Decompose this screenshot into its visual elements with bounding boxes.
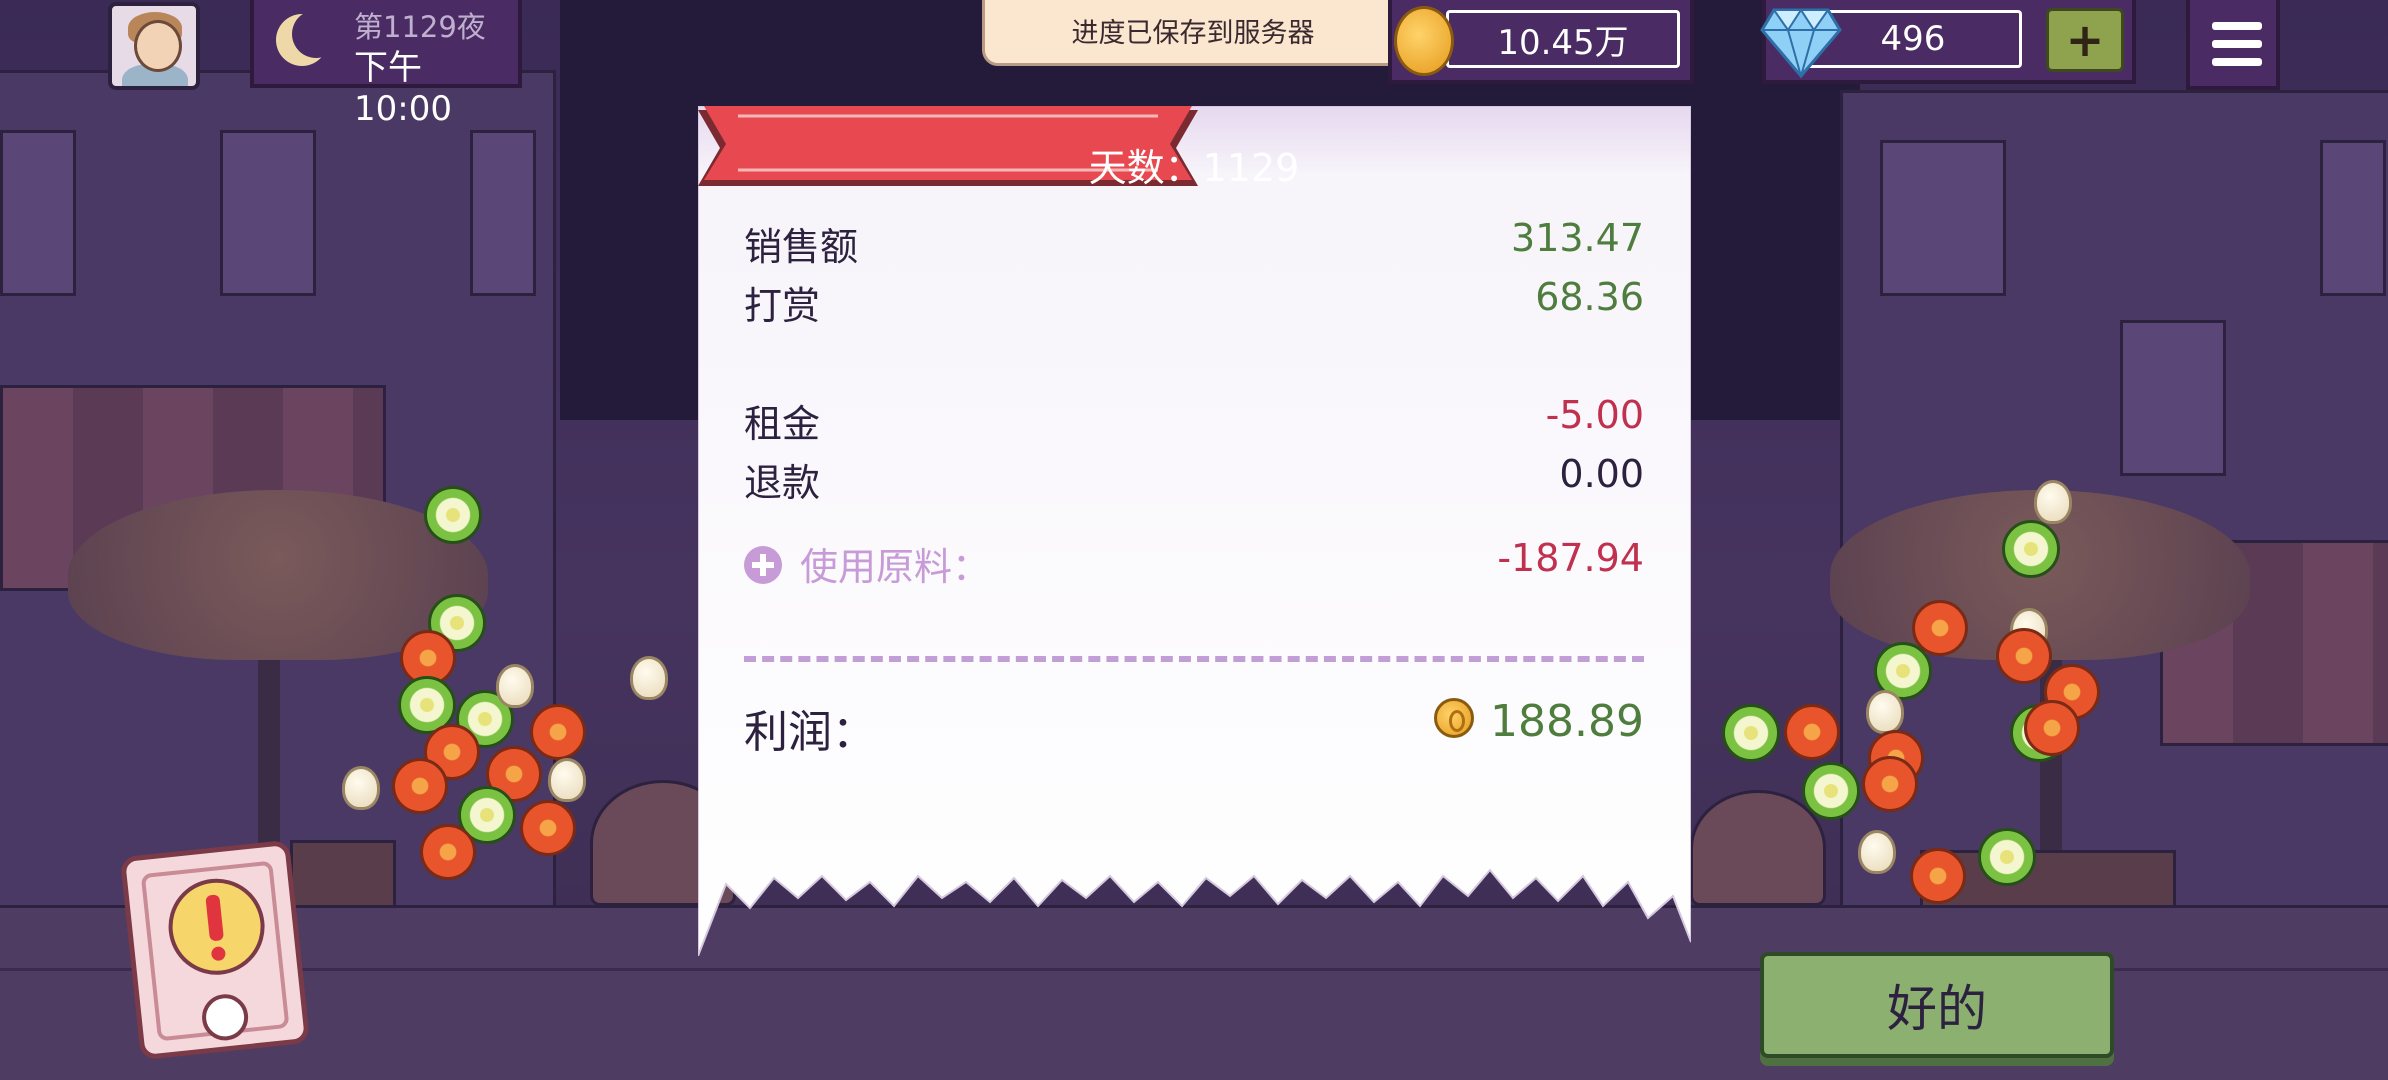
building-window <box>470 130 536 296</box>
garlic-clove-icon <box>1858 830 1896 874</box>
menu-button[interactable] <box>2186 0 2280 90</box>
ingredients-label[interactable]: 使用原料： <box>800 536 990 591</box>
pepper-slice-icon <box>1802 762 1860 820</box>
tips-value: 68.36 <box>1535 275 1644 319</box>
tomato-slice-icon <box>2024 700 2080 756</box>
ingredients-row[interactable]: 使用原料： -187.94 <box>744 536 1644 592</box>
building-window <box>220 130 316 296</box>
notification-card[interactable] <box>119 839 311 1061</box>
gem-balance-panel: 496 + <box>1760 0 2136 84</box>
refund-value: 0.00 <box>1559 452 1644 496</box>
hamburger-menu-icon <box>2212 22 2262 30</box>
profit-row: 利润： 188.89 <box>744 696 1644 760</box>
tips-label: 打赏 <box>744 284 821 328</box>
pepper-slice-icon <box>1978 828 2036 886</box>
tomato-slice-icon <box>392 758 448 814</box>
buy-gems-button[interactable]: + <box>2046 8 2124 72</box>
building-window <box>2120 320 2226 476</box>
coin-icon <box>1394 6 1454 76</box>
player-avatar[interactable] <box>108 2 200 90</box>
garlic-clove-icon <box>496 664 534 708</box>
coin-icon <box>1434 698 1474 738</box>
pepper-slice-icon <box>424 486 482 544</box>
rent-row: 租金 -5.00 <box>744 393 1644 449</box>
rent-label: 租金 <box>744 402 821 446</box>
coin-balance-panel: 10.45万 <box>1388 0 1694 84</box>
receipt-divider <box>744 656 1644 662</box>
tomato-slice-icon <box>420 824 476 880</box>
sales-label: 销售额 <box>744 225 859 269</box>
tomato-slice-icon <box>1910 848 1966 904</box>
diamond-icon <box>1760 8 1842 78</box>
garlic-clove-icon <box>630 656 668 700</box>
tomato-slice-icon <box>1784 704 1840 760</box>
building-window <box>0 130 76 296</box>
sales-value: 313.47 <box>1511 216 1644 260</box>
garlic-clove-icon <box>342 766 380 810</box>
coin-balance: 10.45万 <box>1446 10 1680 68</box>
tomato-slice-icon <box>520 800 576 856</box>
pepper-slice-icon <box>2002 520 2060 578</box>
cafe-table <box>1690 790 1826 906</box>
rent-value: -5.00 <box>1545 393 1644 437</box>
tomato-slice-icon <box>1996 628 2052 684</box>
pepper-slice-icon <box>1722 704 1780 762</box>
hamburger-menu-icon <box>2212 40 2262 48</box>
garlic-clove-icon <box>1866 690 1904 734</box>
garlic-clove-icon <box>548 758 586 802</box>
building-window <box>2320 140 2386 296</box>
sales-row: 销售额 313.47 <box>744 216 1644 272</box>
tomato-slice-icon <box>530 704 586 760</box>
refund-row: 退款 0.00 <box>744 452 1644 508</box>
moon-icon <box>276 10 340 66</box>
profit-value: 188.89 <box>1490 696 1644 747</box>
building-window <box>1880 140 2006 296</box>
hamburger-menu-icon <box>2212 58 2262 66</box>
plus-circle-icon[interactable] <box>744 546 782 584</box>
clock-time: 下午10:00 <box>354 48 452 129</box>
avatar-face <box>134 20 182 72</box>
refund-label: 退款 <box>744 461 821 505</box>
ingredients-value: -187.94 <box>1497 536 1644 580</box>
ok-button[interactable]: 好的 <box>1760 952 2114 1058</box>
save-toast: 进度已保存到服务器 <box>982 0 1404 66</box>
day-time-panel: 第1129夜 下午10:00 <box>250 0 522 129</box>
receipt-day-title: 天数：1129 <box>1088 145 1300 190</box>
tips-row: 打赏 68.36 <box>744 275 1644 331</box>
garlic-clove-icon <box>2034 480 2072 524</box>
daily-report-receipt: 天数：1129 销售额 313.47 打赏 68.36 租金 -5.00 退款 … <box>698 106 1691 956</box>
profit-label: 利润： <box>744 707 876 758</box>
tomato-slice-icon <box>1862 756 1918 812</box>
